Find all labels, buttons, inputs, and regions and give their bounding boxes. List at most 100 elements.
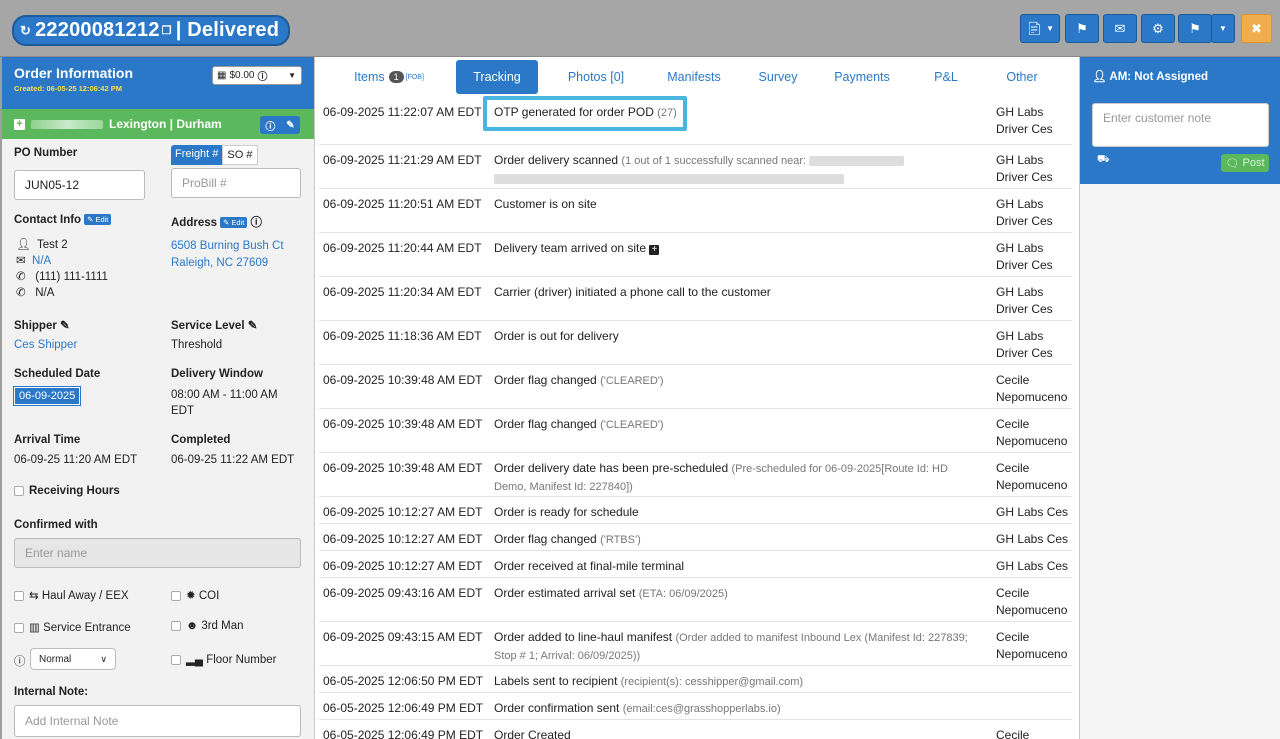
- contact-email-link[interactable]: N/A: [32, 255, 51, 267]
- calculator-icon: ▦: [217, 70, 227, 81]
- tab-survey[interactable]: Survey: [745, 60, 811, 94]
- tracking-desc-text: Order delivery date has been pre-schedul…: [494, 461, 729, 475]
- third-man-checkbox[interactable]: [171, 620, 181, 631]
- probill-input[interactable]: ProBill #: [171, 168, 301, 198]
- tracking-row: 06-09-2025 11:22:07 AM EDT OTP generated…: [319, 97, 1072, 144]
- po-input[interactable]: JUN05-12: [14, 170, 145, 200]
- tracking-description: Order Created: [494, 728, 571, 739]
- tracking-user-line2: Driver Ces: [996, 346, 1053, 360]
- tracking-desc-text: Order flag changed: [494, 532, 597, 546]
- info-icon[interactable]: ⓘ: [265, 118, 275, 133]
- coi-text: COI: [198, 590, 220, 602]
- terminal-actions: ⓘ ✎: [260, 116, 300, 134]
- redacted-text: [31, 119, 103, 129]
- address-edit-button[interactable]: ✎ Edit: [220, 217, 248, 229]
- tracking-user-line1: Cecile: [996, 630, 1030, 644]
- tab-pl[interactable]: P&L: [916, 60, 976, 94]
- tracking-user-line1: Cecile: [996, 586, 1030, 600]
- coi-checkbox[interactable]: [171, 590, 181, 601]
- address-line2[interactable]: Raleigh, NC 27609: [171, 257, 268, 269]
- close-button[interactable]: ✖: [1241, 14, 1272, 43]
- certificate-icon: ✹: [186, 590, 196, 602]
- haul-away-checkbox[interactable]: [14, 590, 24, 601]
- tracking-user: GH Labs Driver Ces: [996, 196, 1053, 230]
- so-tab[interactable]: SO #: [222, 145, 258, 165]
- tracking-user-line2: Nepomuceno: [996, 647, 1068, 661]
- chevron-down-icon: ∨: [100, 653, 107, 664]
- refresh-icon[interactable]: ↻: [20, 23, 31, 39]
- service-entrance-checkbox[interactable]: [14, 622, 24, 633]
- order-number: 22200081212: [35, 19, 160, 41]
- email-button[interactable]: ✉: [1103, 14, 1137, 43]
- delivery-window-value: 08:00 AM - 11:00 AM: [171, 389, 278, 401]
- receiving-hours-checkbox[interactable]: [14, 485, 24, 496]
- tracking-detail: (1 out of 1 successfully scanned near:: [621, 155, 807, 167]
- customer-note-input[interactable]: Enter customer note: [1092, 103, 1269, 147]
- tab-other[interactable]: Other: [992, 60, 1052, 94]
- confirmed-name-input[interactable]: Enter name: [14, 538, 301, 568]
- tracking-row: 06-09-2025 10:39:48 AM EDT Order deliver…: [319, 452, 1072, 496]
- route-dropdown-button[interactable]: ▼: [1211, 14, 1235, 43]
- truck-icon: ⛟: [1097, 154, 1110, 165]
- internal-note-input[interactable]: Add Internal Note: [14, 705, 301, 737]
- freight-tab[interactable]: Freight #: [171, 145, 223, 165]
- floor-number-checkbox[interactable]: [171, 654, 181, 665]
- tracking-row: 06-09-2025 10:12:27 AM EDT Order flag ch…: [319, 523, 1072, 550]
- tracking-user-line2: Nepomuceno: [996, 603, 1068, 617]
- edit-icon[interactable]: ✎: [60, 320, 70, 332]
- edit-icon[interactable]: ✎: [286, 120, 294, 131]
- info-icon[interactable]: ⓘ: [251, 217, 263, 229]
- tracking-description: Order is ready for schedule: [494, 505, 639, 519]
- route-button[interactable]: ⚑: [1178, 14, 1212, 43]
- tracking-row: 06-09-2025 10:12:27 AM EDT Order receive…: [319, 550, 1072, 577]
- tracking-detail: (Pre-scheduled for 06-09-2025[Route Id: …: [731, 463, 948, 475]
- document-icon: 📄︎: [1025, 20, 1043, 36]
- edit-icon[interactable]: ✎: [248, 320, 258, 332]
- third-man-option: ☻ 3rd Man: [171, 620, 244, 632]
- po-label: PO Number: [14, 147, 78, 159]
- signal-icon: ▂▄: [186, 654, 203, 666]
- contact-edit-button[interactable]: ✎ Edit: [84, 214, 112, 226]
- tracking-user-line2: Driver Ces: [996, 214, 1053, 228]
- arrival-time-value: 06-09-25 11:20 AM EDT: [14, 454, 138, 466]
- tracking-user-line1: GH Labs: [996, 153, 1044, 167]
- tracking-user-line2: Driver Ces: [996, 170, 1053, 184]
- tab-manifests[interactable]: Manifests: [649, 60, 739, 94]
- order-tabs: Items 1 [FOB] Tracking Photos [0] Manifest…: [315, 57, 1079, 97]
- tracking-row: 06-09-2025 10:39:48 AM EDT Order flag ch…: [319, 364, 1072, 408]
- tab-tracking[interactable]: Tracking: [456, 60, 538, 94]
- redacted-text: [809, 155, 905, 166]
- settings-button[interactable]: ⚙: [1141, 14, 1175, 43]
- top-bar: ↻ 22200081212 ❐ | Delivered 📄︎ ▼ ⚑ ✉ ⚙ ⚑…: [0, 0, 1280, 57]
- order-info-header: Order Information Created: 06-05-25 12:0…: [2, 57, 314, 109]
- flag-button[interactable]: ⚑: [1065, 14, 1099, 43]
- tracking-time: 06-09-2025 11:20:51 AM EDT: [323, 197, 482, 211]
- order-status: Delivered: [187, 19, 280, 41]
- price-dropdown[interactable]: ▦ $0.00 ⓘ ▼: [212, 66, 302, 85]
- expand-icon[interactable]: +: [14, 118, 25, 130]
- scheduled-date-badge[interactable]: 06-09-2025: [12, 386, 82, 406]
- address-line1[interactable]: 6508 Burning Bush Ct: [171, 240, 284, 252]
- tracking-time: 06-09-2025 11:20:44 AM EDT: [323, 241, 482, 255]
- tab-photos[interactable]: Photos [0]: [551, 60, 641, 94]
- edit-text: Edit: [95, 215, 109, 225]
- tab-items[interactable]: Items 1 [FOB]: [329, 60, 449, 94]
- tab-items-label: Items: [354, 70, 385, 84]
- phone-icon: ✆: [16, 287, 26, 299]
- tracking-time: 06-09-2025 10:39:48 AM EDT: [323, 373, 483, 387]
- service-entrance-option: ▥ Service Entrance: [14, 620, 131, 634]
- tab-payments[interactable]: Payments: [822, 60, 902, 94]
- tracking-desc-text: Order estimated arrival set: [494, 586, 636, 600]
- document-menu-button[interactable]: 📄︎ ▼: [1020, 14, 1060, 43]
- shipper-value[interactable]: Ces Shipper: [14, 339, 77, 351]
- delivery-window-label: Delivery Window: [171, 368, 263, 380]
- post-button[interactable]: 🗨︎ Post: [1221, 154, 1269, 172]
- service-level-label: Service Level ✎: [171, 318, 257, 332]
- tracking-time: 06-05-2025 12:06:49 PM EDT: [323, 701, 484, 715]
- priority-select[interactable]: Normal ∨: [30, 648, 116, 670]
- tracking-time: 06-09-2025 10:39:48 AM EDT: [323, 461, 483, 475]
- items-fob-label: [FOB]: [405, 73, 424, 81]
- tracking-list: 06-09-2025 11:22:07 AM EDT OTP generated…: [315, 97, 1079, 739]
- copy-icon[interactable]: ❐: [162, 24, 172, 37]
- plus-square-icon[interactable]: +: [649, 245, 660, 255]
